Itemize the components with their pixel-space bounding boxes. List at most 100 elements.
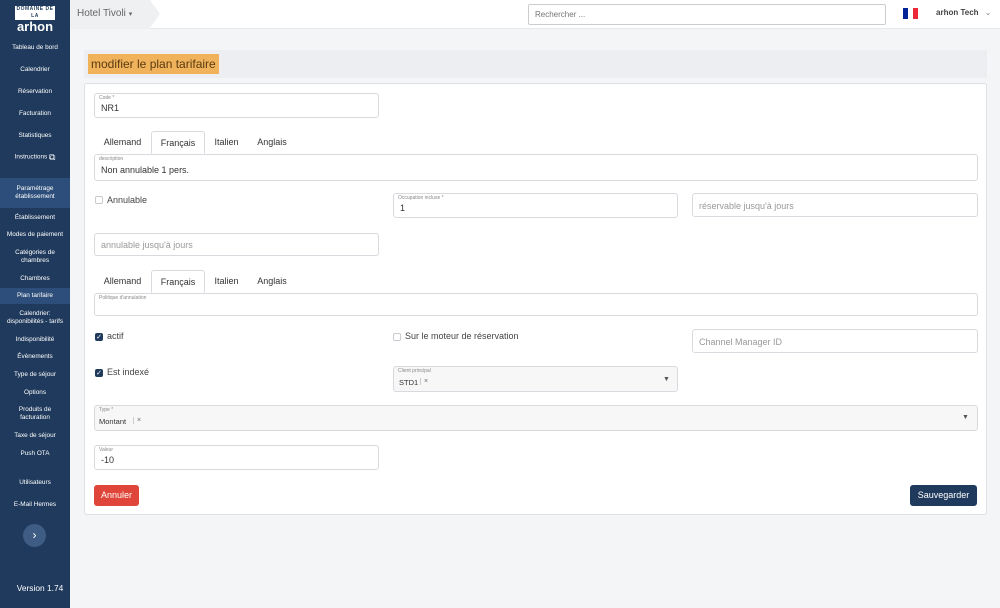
sidebar-item-label: Modes de paiement: [6, 231, 64, 238]
sidebar-item-etablissement[interactable]: Établissement: [0, 214, 70, 222]
check-icon: ✓: [96, 370, 102, 377]
type-label: Type *: [99, 407, 114, 413]
annulable-checkbox[interactable]: [95, 196, 103, 204]
sidebar-item-label: Type de séjour: [14, 371, 56, 378]
tab-anglais[interactable]: Anglais: [248, 131, 296, 154]
sidebar-item-email-hermes[interactable]: E-Mail Hermes: [0, 501, 70, 509]
sidebar-item-produits-de-facturation[interactable]: Produits de facturation: [0, 406, 70, 422]
sidebar-item-categories-de-chambres[interactable]: Catégories de chambres: [0, 249, 70, 265]
valeur-field[interactable]: Valeur -10: [94, 445, 379, 470]
tab-francais[interactable]: Français: [151, 131, 205, 154]
tab-italien[interactable]: Italien: [205, 131, 248, 154]
sidebar-item-indisponibilite[interactable]: Indisponibilité: [0, 336, 70, 344]
french-flag-icon[interactable]: [903, 8, 918, 19]
sidebar-toggle-button[interactable]: ›: [23, 524, 46, 547]
type-select[interactable]: Type * Montant × ▼: [94, 405, 978, 431]
tab-allemand[interactable]: Allemand: [94, 131, 151, 154]
sidebar-item-label: Calendrier: [20, 66, 50, 73]
caret-down-icon: ▾: [128, 11, 133, 18]
dropdown-arrow-icon[interactable]: ▼: [663, 376, 670, 383]
external-link-icon: ⧉: [49, 152, 56, 162]
description-field[interactable]: description Non annulable 1 pers.: [94, 154, 978, 181]
dropdown-arrow-icon[interactable]: ▼: [962, 414, 969, 421]
search-input[interactable]: [528, 4, 886, 25]
sidebar-item-label: Options: [23, 389, 47, 396]
logo[interactable]: DOMAINE DE LA arhon: [15, 6, 55, 34]
logo-text: arhon: [16, 19, 54, 34]
cancel-button[interactable]: Annuler: [94, 485, 139, 506]
tab-allemand[interactable]: Allemand: [94, 270, 151, 293]
page-title: modifier le plan tarifaire: [88, 54, 219, 74]
type-value: Montant: [99, 417, 127, 426]
est-indexe-checkbox[interactable]: ✓: [95, 369, 103, 377]
sidebar-item-utilisateurs[interactable]: Utilisateurs: [0, 479, 70, 487]
sidebar-item-plan-tarifaire[interactable]: Plan tarifaire: [0, 288, 70, 304]
sidebar-item-calendrier[interactable]: Calendrier: [0, 66, 70, 74]
valeur-label: Valeur: [99, 447, 114, 453]
sidebar-item-label: Tableau de bord: [12, 44, 58, 51]
check-icon: ✓: [96, 334, 102, 341]
sidebar-item-facturation[interactable]: Facturation: [0, 110, 70, 118]
user-name: arhon Tech: [936, 8, 979, 17]
reservable-days-placeholder: réservable jusqu'à jours: [699, 201, 794, 211]
code-field[interactable]: Code * NR1: [94, 93, 379, 118]
sidebar-item-chambres[interactable]: Chambres: [0, 275, 70, 283]
reservable-days-input[interactable]: réservable jusqu'à jours: [692, 193, 978, 217]
channel-manager-input[interactable]: Channel Manager ID: [692, 329, 978, 353]
sidebar-item-label: Statistiques: [18, 132, 52, 139]
sidebar-item-instructions[interactable]: Instructions ⧉: [0, 153, 70, 162]
user-menu[interactable]: arhon Tech ⌄: [936, 8, 991, 17]
remove-icon[interactable]: ×: [133, 417, 141, 424]
client-principal-label: Client principal: [398, 368, 431, 374]
sidebar-item-push-ota[interactable]: Push OTA: [0, 450, 70, 458]
sidebar-item-modes-de-paiement[interactable]: Modes de paiement: [0, 231, 70, 239]
hotel-name: Hotel Tivoli: [77, 8, 126, 19]
occupation-label: Occupation incluse *: [398, 195, 444, 201]
description-value: Non annulable 1 pers.: [101, 165, 190, 175]
client-principal-select[interactable]: Client principal STD1 × ▼: [393, 366, 678, 392]
annulable-days-input[interactable]: annulable jusqu'à jours: [94, 233, 379, 256]
sidebar-item-options[interactable]: Options: [0, 389, 70, 397]
sidebar-item-label: Produits de facturation: [18, 406, 52, 421]
sidebar-item-label: Paramétrage établissement: [15, 185, 55, 200]
page-title-bar: modifier le plan tarifaire: [84, 50, 987, 78]
sidebar-item-label: Réservation: [17, 88, 53, 95]
tab-italien[interactable]: Italien: [205, 270, 248, 293]
sidebar-item-label: Établissement: [14, 214, 56, 221]
moteur-reservation-label: Sur le moteur de réservation: [405, 331, 519, 341]
code-label: Code *: [99, 95, 115, 101]
tab-francais[interactable]: Français: [151, 270, 205, 293]
politique-annulation-label: Politique d'annulation: [99, 295, 147, 301]
hotel-selector[interactable]: Hotel Tivoli ▾: [70, 0, 150, 29]
sidebar-item-statistiques[interactable]: Statistiques: [0, 132, 70, 140]
sidebar-item-calendrier-disponibilites[interactable]: Calendrier: disponibilités - tarifs: [0, 310, 70, 326]
sidebar-item-type-de-sejour[interactable]: Type de séjour: [0, 371, 70, 379]
sidebar-item-label: Push OTA: [20, 450, 50, 457]
chevron-right-icon: ›: [32, 528, 37, 542]
description-label: description: [99, 156, 124, 162]
sidebar-item-label: Taxe de séjour: [14, 432, 56, 439]
rate-plan-form: Code * NR1 Allemand Français Italien Ang…: [84, 83, 987, 515]
actif-checkbox[interactable]: ✓: [95, 333, 103, 341]
logo-top-text: DOMAINE DE LA: [15, 6, 55, 20]
sidebar-item-label: Calendrier: disponibilités - tarifs: [6, 310, 64, 325]
sidebar-item-label: Indisponibilité: [15, 336, 55, 343]
sidebar-item-label: E-Mail Hermes: [13, 501, 57, 508]
sidebar-item-taxe-de-sejour[interactable]: Taxe de séjour: [0, 432, 70, 440]
remove-icon[interactable]: ×: [420, 378, 428, 385]
language-tabs-description: Allemand Français Italien Anglais: [94, 131, 394, 154]
sidebar-item-tableau-de-bord[interactable]: Tableau de bord: [0, 44, 70, 52]
occupation-field[interactable]: Occupation incluse * 1: [393, 193, 678, 218]
sidebar-item-evenements[interactable]: Évènements: [0, 353, 70, 361]
tab-anglais[interactable]: Anglais: [248, 270, 296, 293]
sidebar-item-label: Plan tarifaire: [17, 292, 53, 299]
politique-annulation-field[interactable]: Politique d'annulation: [94, 293, 978, 316]
annulable-label: Annulable: [107, 195, 148, 205]
sidebar-item-label: Évènements: [17, 353, 53, 360]
top-bar: Hotel Tivoli ▾ arhon Tech ⌄: [70, 0, 1000, 29]
moteur-reservation-checkbox[interactable]: [393, 333, 401, 341]
sidebar-item-label: Instructions: [14, 153, 48, 161]
sidebar-item-reservation[interactable]: Réservation: [0, 88, 70, 96]
sidebar-group-parametrage[interactable]: Paramétrage établissement: [0, 178, 70, 208]
save-button[interactable]: Sauvegarder: [910, 485, 977, 506]
